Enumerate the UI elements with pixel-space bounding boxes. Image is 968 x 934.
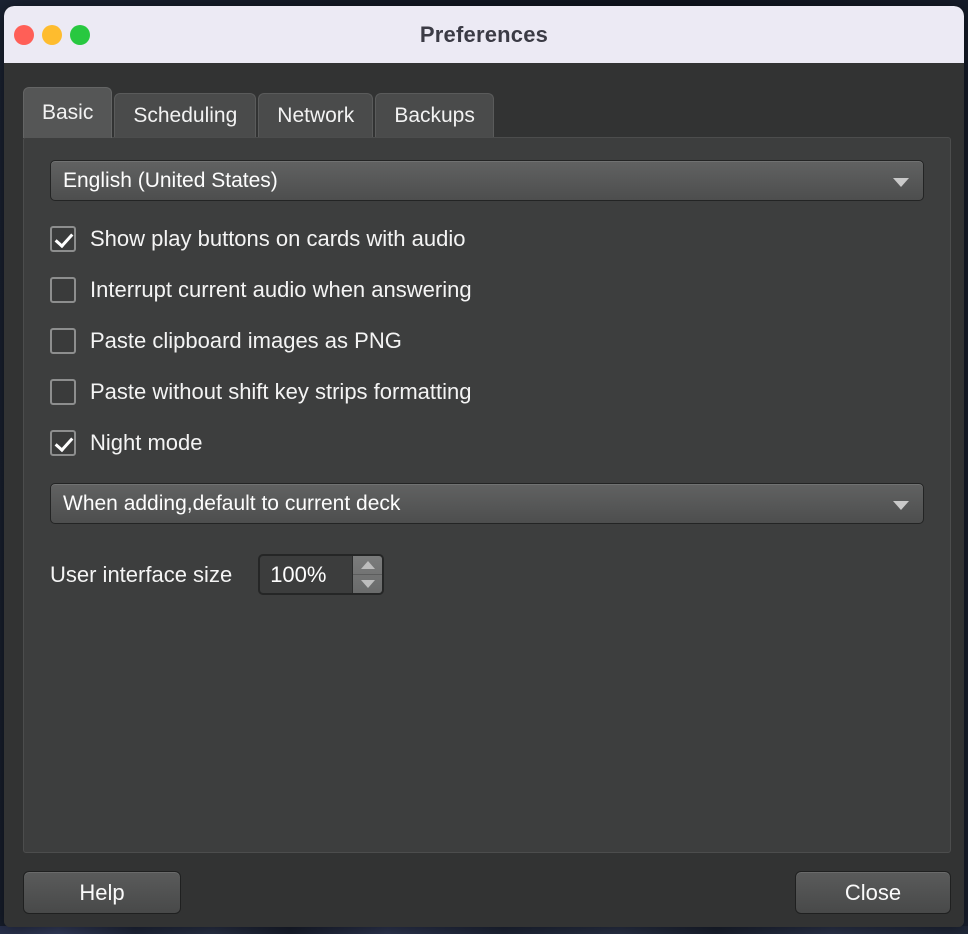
tab-scheduling-label: Scheduling — [133, 103, 238, 127]
help-button-label: Help — [79, 879, 125, 905]
default-deck-select-value: When adding,default to current deck — [63, 491, 401, 515]
checkbox-row-night-mode[interactable]: Night mode — [50, 430, 924, 456]
window-titlebar: Preferences — [4, 6, 964, 63]
ui-size-value[interactable]: 100% — [260, 556, 352, 593]
ui-size-row: User interface size 100% — [50, 554, 924, 595]
zoom-window-button[interactable] — [70, 24, 90, 45]
basic-tab-panel: English (United States) Show play button… — [23, 137, 951, 853]
checkbox-row-paste-strips-formatting[interactable]: Paste without shift key strips formattin… — [50, 379, 924, 405]
checkbox-night-mode[interactable] — [50, 430, 76, 456]
tab-network[interactable]: Network — [258, 93, 374, 137]
checkbox-interrupt-audio[interactable] — [50, 277, 76, 303]
tab-scheduling[interactable]: Scheduling — [114, 93, 257, 137]
checkbox-label-paste-strips-formatting: Paste without shift key strips formattin… — [90, 379, 472, 404]
traffic-light-controls — [14, 24, 90, 45]
checkbox-paste-strips-formatting[interactable] — [50, 379, 76, 405]
ui-size-increment-button[interactable] — [353, 556, 383, 575]
checkbox-label-night-mode: Night mode — [90, 430, 203, 455]
checkbox-row-paste-png[interactable]: Paste clipboard images as PNG — [50, 328, 924, 354]
close-window-button[interactable] — [14, 24, 34, 45]
checkbox-paste-png[interactable] — [50, 328, 76, 354]
dialog-body: Basic Scheduling Network Backups English… — [4, 63, 964, 927]
language-select[interactable]: English (United States) — [50, 160, 924, 201]
window-title: Preferences — [419, 21, 549, 47]
chevron-down-icon — [893, 177, 909, 187]
ui-size-label: User interface size — [50, 561, 233, 587]
checkbox-label-interrupt-audio: Interrupt current audio when answering — [90, 277, 472, 302]
tab-bar: Basic Scheduling Network Backups — [23, 87, 496, 138]
tab-basic[interactable]: Basic — [23, 87, 113, 138]
preferences-window: Preferences Basic Scheduling Network Bac… — [4, 6, 964, 927]
tab-backups-label: Backups — [394, 103, 475, 127]
checkbox-label-paste-png: Paste clipboard images as PNG — [90, 328, 402, 353]
help-button[interactable]: Help — [23, 871, 181, 914]
checkbox-label-show-play-buttons: Show play buttons on cards with audio — [90, 226, 466, 251]
tab-basic-label: Basic — [42, 101, 94, 124]
tab-network-label: Network — [277, 103, 355, 127]
tab-backups[interactable]: Backups — [375, 93, 494, 137]
default-deck-select[interactable]: When adding,default to current deck — [50, 483, 924, 524]
minimize-window-button[interactable] — [42, 24, 62, 45]
language-select-value: English (United States) — [63, 168, 278, 192]
triangle-up-icon — [360, 561, 375, 569]
triangle-down-icon — [360, 580, 375, 588]
chevron-down-icon — [893, 500, 909, 510]
close-button[interactable]: Close — [795, 871, 951, 914]
checkbox-row-interrupt-audio[interactable]: Interrupt current audio when answering — [50, 277, 924, 303]
ui-size-stepper-buttons — [352, 556, 383, 593]
ui-size-stepper[interactable]: 100% — [258, 554, 385, 595]
checkbox-row-show-play-buttons[interactable]: Show play buttons on cards with audio — [50, 226, 924, 252]
ui-size-decrement-button[interactable] — [353, 575, 382, 593]
checkbox-show-play-buttons[interactable] — [50, 226, 76, 252]
close-button-label: Close — [844, 879, 902, 905]
